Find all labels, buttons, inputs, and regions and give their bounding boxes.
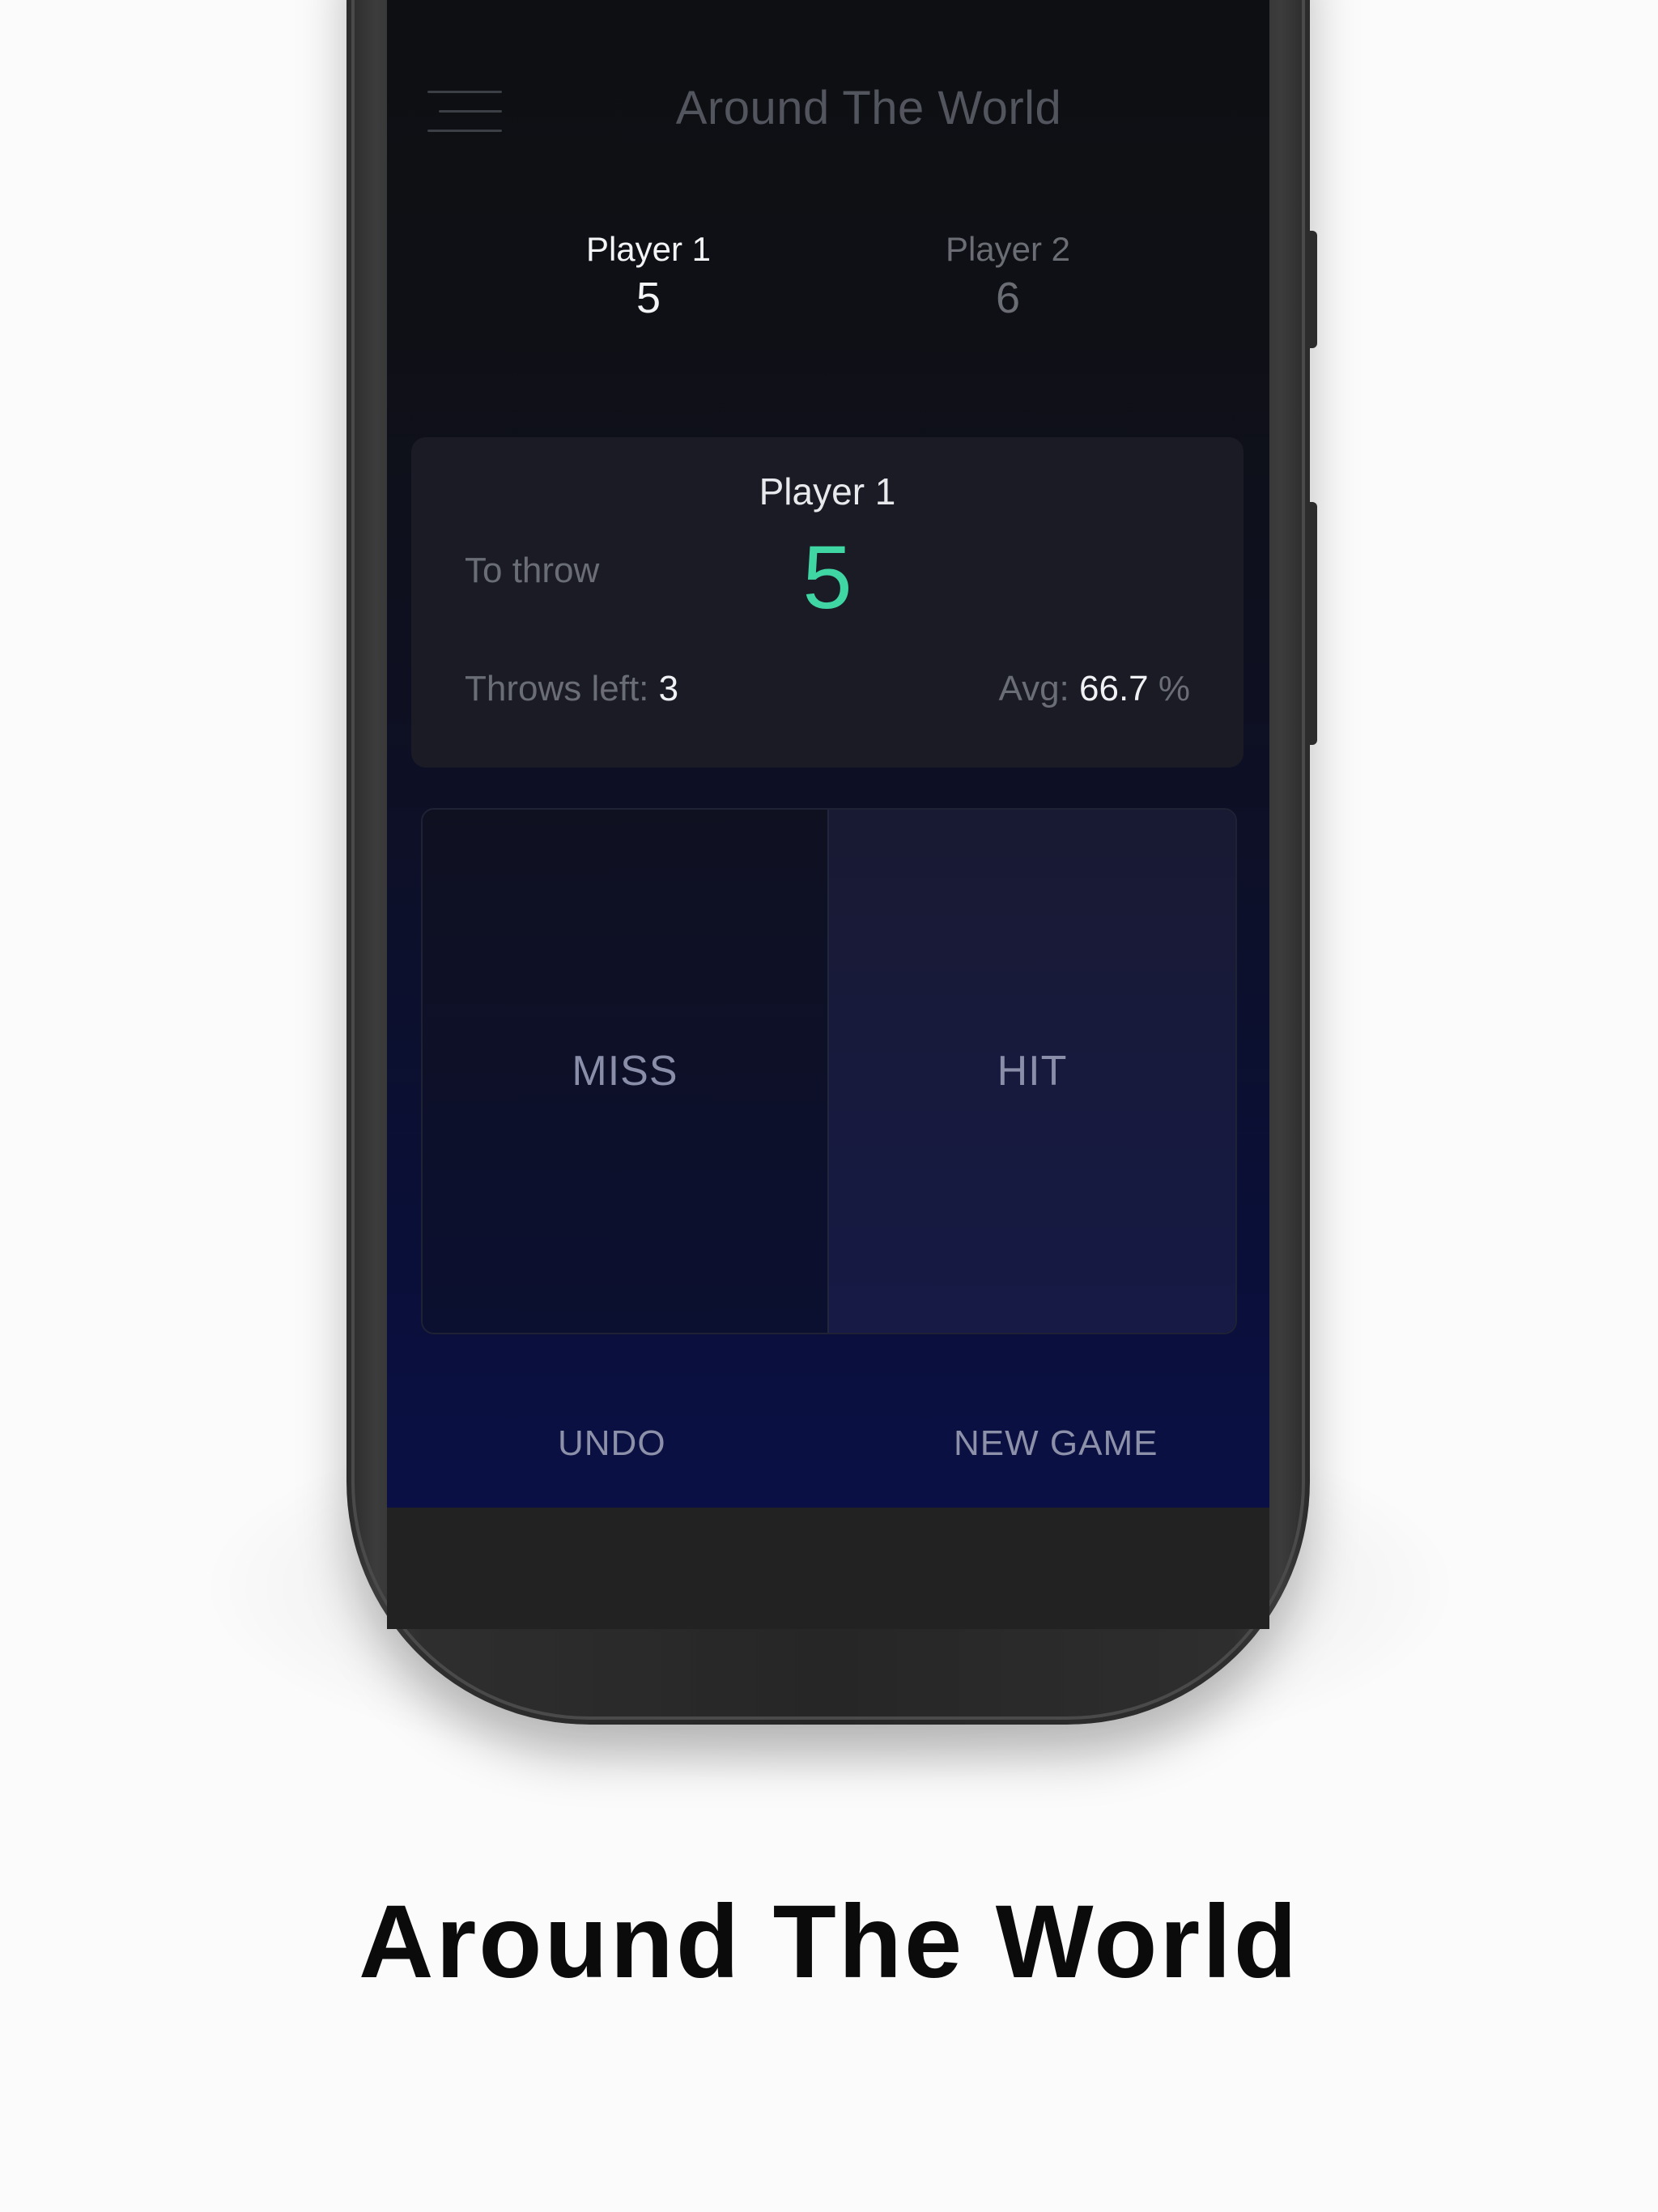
undo-button[interactable]: UNDO (558, 1423, 666, 1464)
app-title: Around The World (675, 82, 1062, 134)
player-score: 5 (636, 274, 661, 322)
average: Avg: 66.7 % (999, 669, 1190, 709)
player-name: Player 1 (585, 230, 712, 268)
avg-unit: % (1158, 669, 1190, 708)
to-throw-value: 5 (802, 528, 852, 627)
app-screen: Around The World Player 1 5 Player 2 6 P… (387, 0, 1269, 1508)
avg-label: Avg: (998, 669, 1069, 708)
throws-left-value: 3 (658, 669, 679, 708)
phone-chin (387, 1508, 1269, 1629)
promo-page: Around The World Player 1 5 Player 2 6 P… (0, 0, 1658, 2212)
new-game-button[interactable]: NEW GAME (954, 1423, 1158, 1464)
player-tab-2[interactable]: Player 2 6 (886, 227, 1129, 324)
hamburger-menu-icon[interactable] (427, 91, 502, 133)
phone-power-button (1307, 231, 1317, 348)
hit-button[interactable]: HIT (829, 810, 1235, 1333)
menu-line-icon (427, 91, 502, 93)
throws-left-label: Throws left: (465, 669, 649, 708)
hit-miss-pad: MISS HIT (421, 808, 1237, 1334)
miss-button[interactable]: MISS (423, 810, 829, 1333)
promo-caption: Around The World (359, 1884, 1299, 2000)
menu-line-icon (427, 130, 502, 132)
player-score: 6 (995, 274, 1021, 322)
avg-value: 66.7 (1079, 669, 1149, 708)
menu-line-icon (439, 110, 502, 113)
throws-left: Throws left: 3 (465, 669, 678, 709)
phone-volume-button (1307, 502, 1317, 745)
turn-info-card: Player 1 To throw 5 Throws left: 3 Avg: … (411, 437, 1244, 768)
player-name: Player 2 (945, 230, 1071, 268)
player-tab-1[interactable]: Player 1 5 (527, 227, 770, 324)
current-player-name: Player 1 (759, 470, 896, 513)
